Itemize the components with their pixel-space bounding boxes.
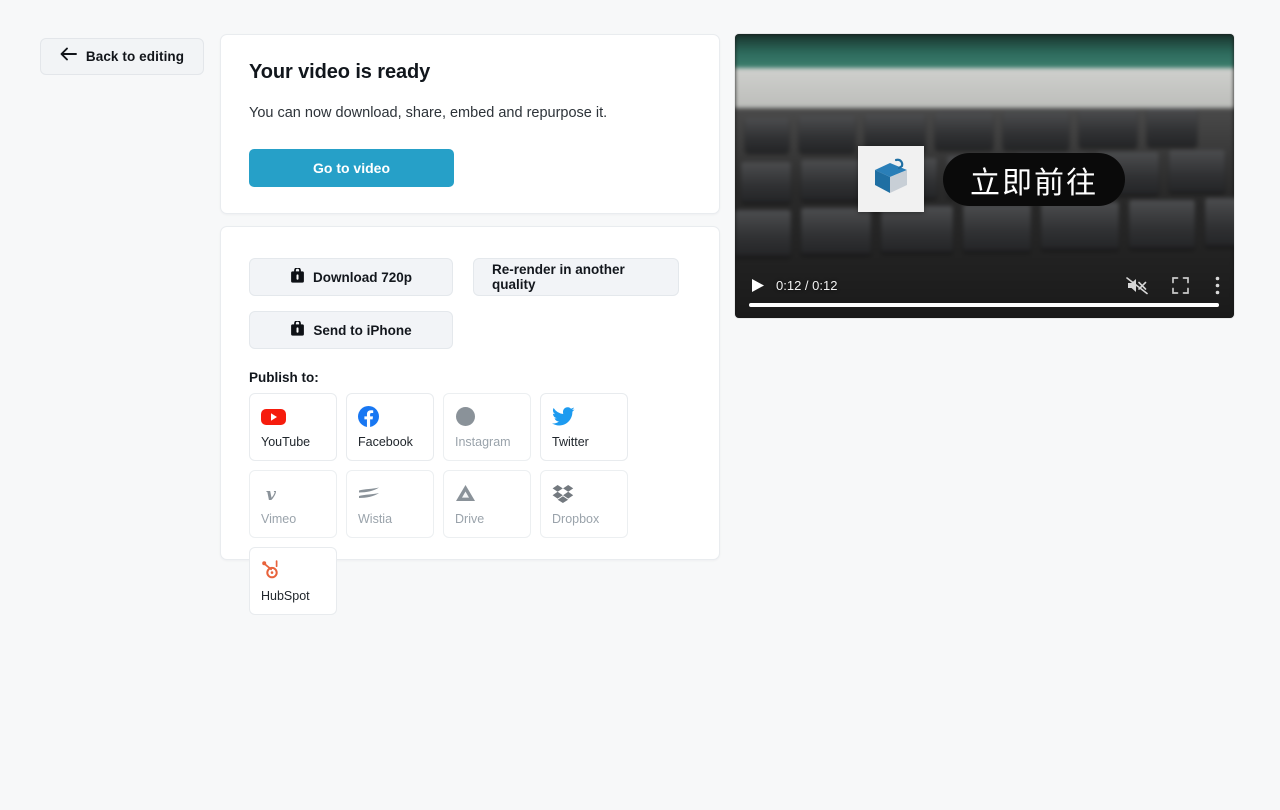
go-to-video-button[interactable]: Go to video <box>249 149 454 187</box>
publish-tile-drive[interactable]: Drive <box>443 470 531 538</box>
volume-muted-icon[interactable] <box>1126 276 1148 295</box>
publish-tile-label: Vimeo <box>261 511 297 526</box>
video-progress-fill <box>749 303 1219 307</box>
publish-tile-youtube[interactable]: YouTube <box>249 393 337 461</box>
publish-tile-instagram[interactable]: Instagram <box>443 393 531 461</box>
hubspot-icon <box>261 560 282 582</box>
video-overlay-icon-card <box>858 146 924 212</box>
video-time-display: 0:12 / 0:12 <box>776 277 838 293</box>
send-to-iphone-button[interactable]: Send to iPhone <box>249 311 453 349</box>
publish-tile-label: HubSpot <box>261 588 310 603</box>
google-drive-icon <box>455 483 476 505</box>
video-player[interactable]: 立即前往 0:12 / 0:12 <box>735 34 1234 318</box>
publish-tile-facebook[interactable]: Facebook <box>346 393 434 461</box>
youtube-icon <box>261 406 286 428</box>
wistia-icon <box>358 483 380 505</box>
fullscreen-icon[interactable] <box>1172 276 1189 294</box>
publish-tile-wistia[interactable]: Wistia <box>346 470 434 538</box>
publish-tile-label: Dropbox <box>552 511 600 526</box>
twitter-icon <box>552 406 575 428</box>
facebook-icon <box>358 406 379 428</box>
publish-tile-dropbox[interactable]: Dropbox <box>540 470 628 538</box>
download-720p-label: Download 720p <box>312 269 412 285</box>
publish-tile-label: YouTube <box>261 434 311 449</box>
publish-tile-label: Facebook <box>358 434 413 449</box>
video-overlay-cta-label: 立即前往 <box>970 165 1098 201</box>
dropbox-icon <box>552 483 574 505</box>
send-to-iphone-label: Send to iPhone <box>313 322 412 338</box>
svg-text:v: v <box>266 485 277 504</box>
page-title: Your video is ready <box>249 61 431 83</box>
publish-targets-grid: YouTube Facebook Instagram Twitter v Vim… <box>249 393 693 615</box>
back-to-editing-label: Back to editing <box>85 49 185 64</box>
video-ready-card: Your video is ready You can now download… <box>220 34 720 214</box>
back-to-editing-button[interactable]: Back to editing <box>40 38 204 75</box>
vimeo-icon: v <box>261 483 281 505</box>
publish-tile-label: Wistia <box>358 511 393 526</box>
publish-to-label: Publish to: <box>249 370 319 385</box>
publish-tile-hubspot[interactable]: HubSpot <box>249 547 337 615</box>
video-controls-bar: 0:12 / 0:12 <box>735 260 1234 318</box>
download-720p-button[interactable]: Download 720p <box>249 258 453 296</box>
arrow-left-icon <box>60 47 77 66</box>
app-root: Back to editing Your video is ready You … <box>0 0 1280 810</box>
package-box-icon <box>869 156 913 203</box>
video-overlay-cta-pill[interactable]: 立即前往 <box>943 153 1125 206</box>
actions-card: Download 720p Re-render in another quali… <box>220 226 720 615</box>
more-vertical-icon[interactable] <box>1215 276 1220 295</box>
re-render-label: Re-render in another quality <box>492 262 625 292</box>
publish-tile-label: Instagram <box>455 434 511 449</box>
video-progress-bar[interactable] <box>749 303 1219 307</box>
publish-tile-label: Drive <box>455 511 485 526</box>
instagram-icon <box>455 406 476 428</box>
re-render-button[interactable]: Re-render in another quality <box>473 258 679 296</box>
download-box-icon <box>290 266 305 287</box>
ready-subtitle: You can now download, share, embed and r… <box>249 105 608 121</box>
play-icon[interactable] <box>751 278 765 293</box>
publish-tile-twitter[interactable]: Twitter <box>540 393 628 461</box>
publish-tile-label: Twitter <box>552 434 589 449</box>
download-box-icon <box>290 319 305 340</box>
publish-tile-vimeo[interactable]: v Vimeo <box>249 470 337 538</box>
